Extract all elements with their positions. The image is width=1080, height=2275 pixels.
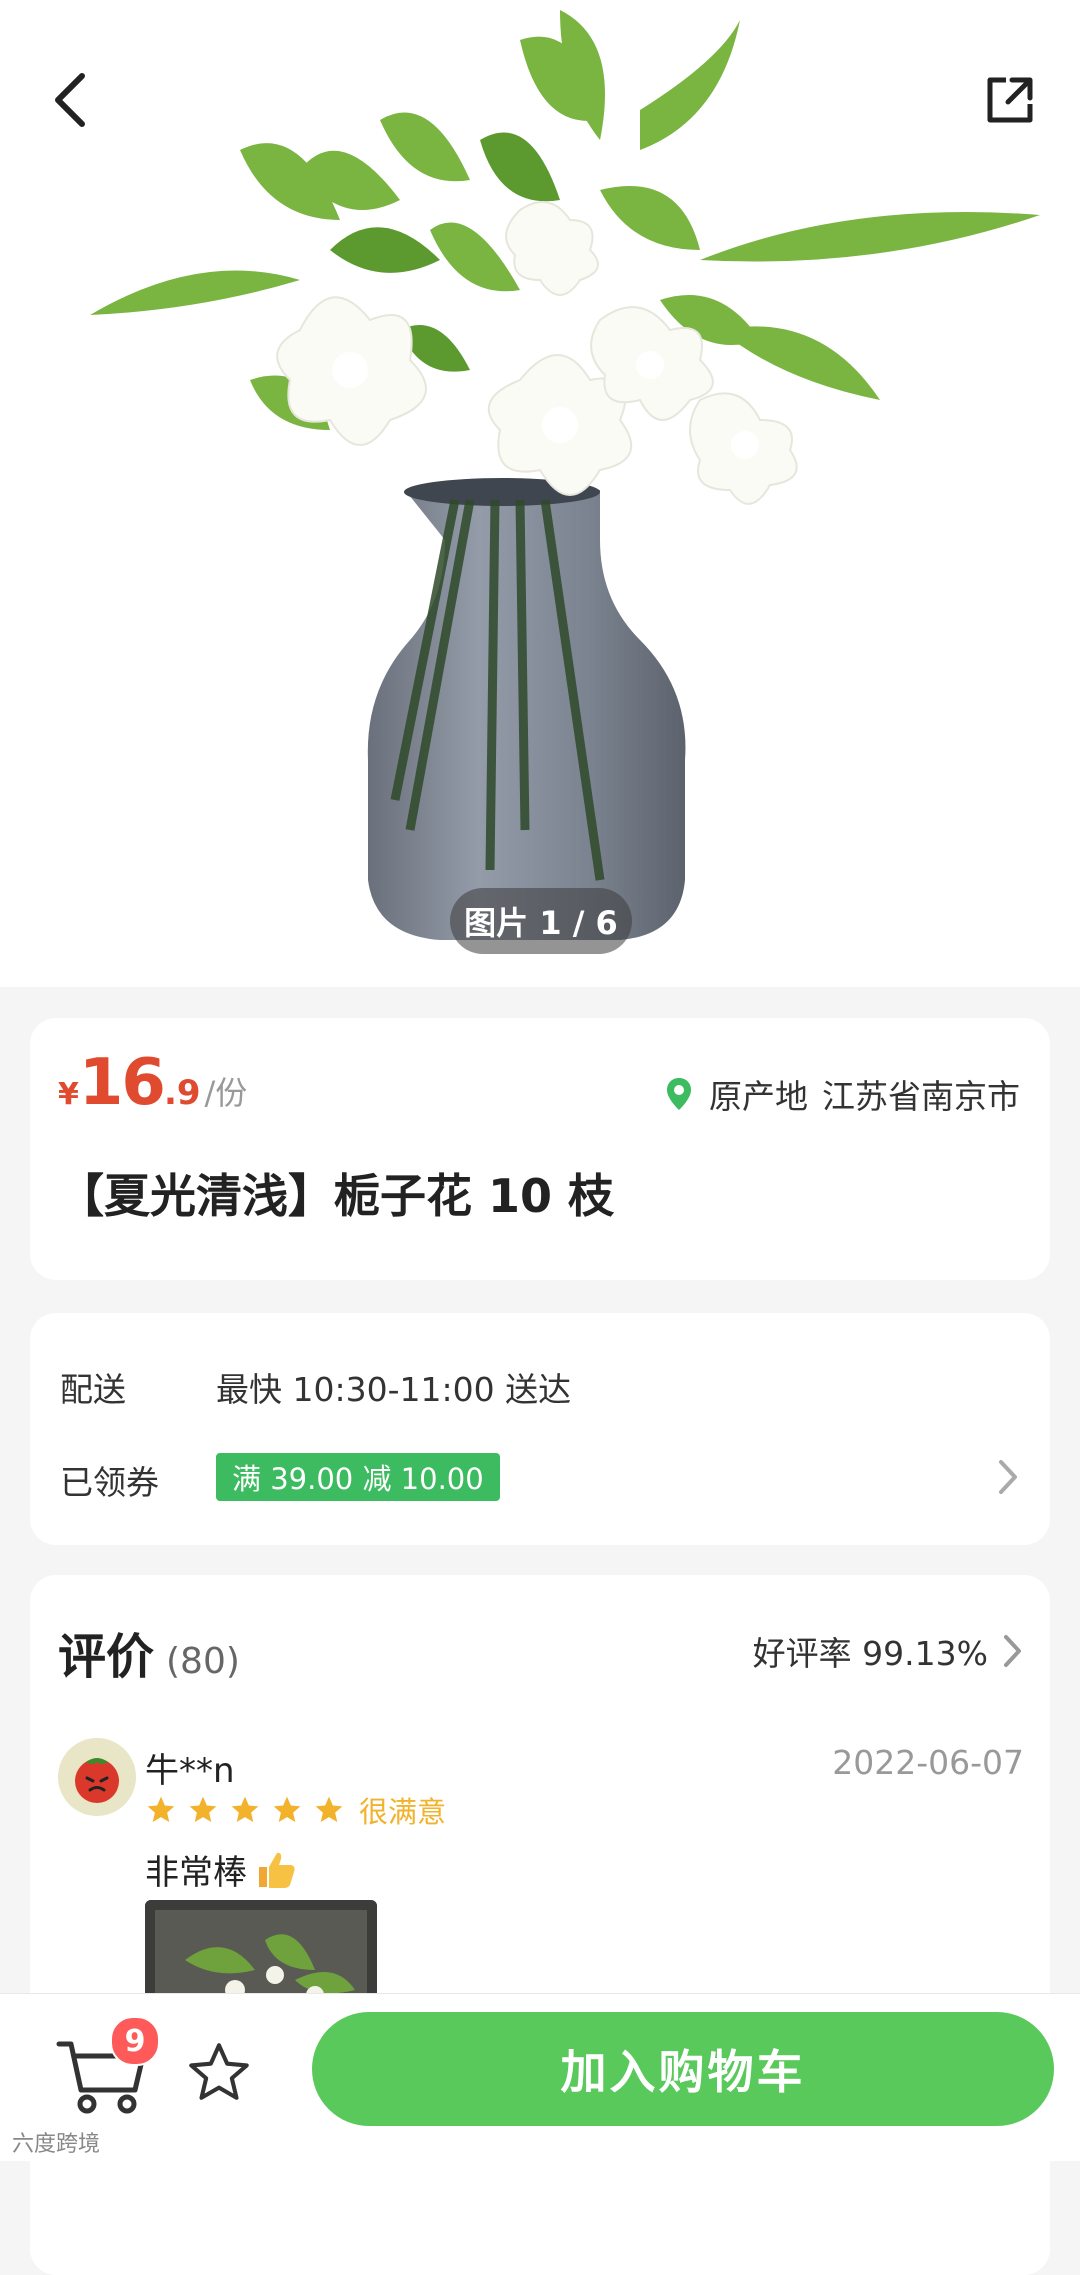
price-integer: 16 bbox=[78, 1046, 166, 1120]
reviews-heading[interactable]: 评价 (80) bbox=[58, 1617, 240, 1687]
review-date: 2022-06-07 bbox=[832, 1743, 1024, 1782]
delivery-card: 配送 最快 10:30-11:00 送达 已领券 满 39.00 减 10.00 bbox=[30, 1313, 1050, 1545]
delivery-time: 最快 10:30-11:00 送达 bbox=[216, 1370, 572, 1409]
product-photo bbox=[90, 10, 1040, 940]
positive-rate: 好评率 99.13% bbox=[752, 1634, 988, 1673]
location-pin-icon bbox=[667, 1078, 691, 1110]
reviews-card: 评价 (80) 好评率 99.13% 牛**n 2022-06-07 很满意 非常… bbox=[30, 1575, 1050, 2275]
coupon-label: 已领券 bbox=[60, 1463, 159, 1502]
star-outline-icon bbox=[189, 2043, 249, 2100]
price-unit: /份 bbox=[204, 1074, 248, 1112]
delivery-label: 配送 bbox=[60, 1370, 126, 1409]
cart-count-badge: 9 bbox=[110, 2016, 160, 2066]
star-rating: 很满意 bbox=[145, 1789, 446, 1831]
star-icon bbox=[189, 1796, 217, 1822]
star-icon bbox=[273, 1796, 301, 1822]
watermark: 六度跨境 bbox=[12, 2132, 101, 2157]
tomato-avatar-icon bbox=[58, 1738, 136, 1816]
origin-label: 原产地 bbox=[709, 1077, 808, 1116]
origin-value: 江苏省南京市 bbox=[822, 1077, 1020, 1116]
review-comment: 非常棒 bbox=[145, 1845, 299, 1894]
rating-text: 很满意 bbox=[359, 1795, 447, 1829]
favorite-button[interactable] bbox=[184, 2038, 254, 2112]
reviews-count: (80) bbox=[166, 1641, 240, 1682]
price: ¥16.9/份 bbox=[58, 1046, 247, 1120]
chevron-right-icon[interactable] bbox=[996, 1457, 1020, 1497]
back-arrow-icon bbox=[55, 73, 85, 127]
share-button[interactable] bbox=[968, 58, 1052, 142]
product-info-card: ¥16.9/份 原产地 江苏省南京市 【夏光清浅】栀子花 10 枝 bbox=[30, 1018, 1050, 1280]
reviewer-name: 牛**n bbox=[145, 1751, 235, 1791]
price-decimal: .9 bbox=[163, 1073, 201, 1113]
star-icon bbox=[231, 1796, 259, 1822]
product-title: 【夏光清浅】栀子花 10 枝 bbox=[58, 1169, 615, 1223]
origin: 原产地 江苏省南京市 bbox=[665, 1070, 1020, 1118]
star-icon bbox=[315, 1796, 343, 1822]
reviews-title: 评价 bbox=[58, 1629, 155, 1685]
currency-symbol: ¥ bbox=[58, 1077, 79, 1112]
image-counter: 图片 1 / 6 bbox=[450, 888, 632, 954]
review-comment-text: 非常棒 bbox=[145, 1853, 247, 1893]
add-to-cart-button[interactable]: 加入购物车 bbox=[312, 2012, 1054, 2126]
coupon-badge[interactable]: 满 39.00 减 10.00 bbox=[216, 1453, 500, 1501]
thumbs-up-icon bbox=[259, 1852, 295, 1888]
chevron-right-icon bbox=[1004, 1635, 1021, 1667]
bottom-action-bar: 9 加入购物车 bbox=[0, 1993, 1080, 2161]
star-icon bbox=[147, 1796, 175, 1822]
avatar bbox=[58, 1738, 136, 1816]
share-icon bbox=[987, 77, 1033, 123]
positive-rate-link[interactable]: 好评率 99.13% bbox=[753, 1627, 1024, 1675]
product-image-gallery[interactable]: 图片 1 / 6 bbox=[0, 0, 1080, 987]
back-button[interactable] bbox=[28, 58, 112, 142]
